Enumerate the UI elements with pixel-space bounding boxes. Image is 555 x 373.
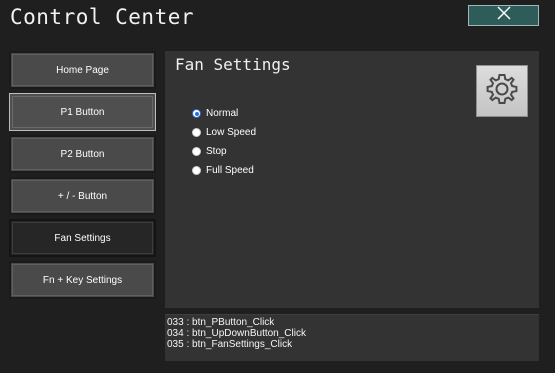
fan-settings-panel: Fan Settings Normal Low Speed Stop Full … [165,51,539,308]
sidebar-item-fan-settings[interactable]: Fan Settings [9,219,156,257]
sidebar-item-label: P1 Button [60,106,105,118]
sidebar-item-label: P2 Button [60,148,105,160]
sidebar-item-home-page[interactable]: Home Page [9,51,156,89]
app-title: Control Center [10,5,195,29]
radio-indicator[interactable] [192,166,201,175]
log-line: 033 : btn_PButton_Click [167,317,275,328]
radio-label: Full Speed [206,165,254,176]
radio-label: Normal [206,108,239,119]
radio-low-speed[interactable]: Low Speed [192,123,256,142]
sidebar-item-label: Fn + Key Settings [42,274,123,286]
radio-indicator[interactable] [192,147,201,156]
radio-normal[interactable]: Normal [192,104,256,123]
log-line: 035 : btn_FanSettings_Click [167,339,293,350]
sidebar-item-p2-button[interactable]: P2 Button [9,135,156,173]
panel-title: Fan Settings [175,55,291,74]
sidebar-item-label: Fan Settings [54,232,111,244]
radio-indicator[interactable] [192,109,201,118]
sidebar-item-p1-button[interactable]: P1 Button [9,93,156,131]
settings-button[interactable] [476,65,528,117]
close-icon [496,6,511,25]
sidebar-item-label: + / - Button [57,190,108,202]
log-line: 034 : btn_UpDownButton_Click [167,328,306,339]
radio-label: Stop [206,146,227,157]
radio-stop[interactable]: Stop [192,142,256,161]
gear-icon [485,72,519,111]
sidebar-item-fn-key-settings[interactable]: Fn + Key Settings [9,261,156,299]
radio-indicator[interactable] [192,128,201,137]
sidebar-item-plus-minus-button[interactable]: + / - Button [9,177,156,215]
event-log[interactable]: 033 : btn_PButton_Click 034 : btn_UpDown… [165,314,539,361]
close-button[interactable] [468,5,539,26]
radio-full-speed[interactable]: Full Speed [192,161,256,180]
radio-label: Low Speed [206,127,257,138]
fan-speed-radio-group: Normal Low Speed Stop Full Speed [192,104,256,180]
sidebar-item-label: Home Page [56,64,109,76]
